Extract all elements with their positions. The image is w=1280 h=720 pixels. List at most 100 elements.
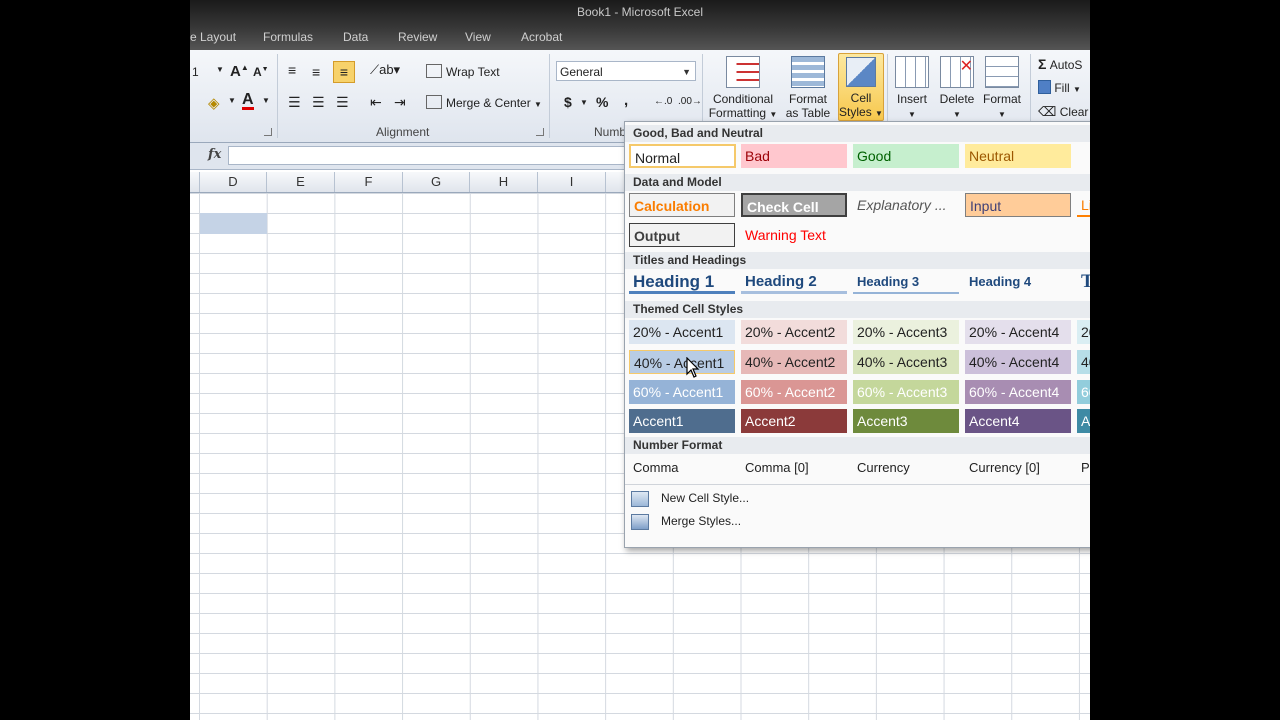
style-normal[interactable]: Normal [629,144,736,168]
format-cells-icon [985,56,1019,88]
currency-dropdown-icon[interactable]: ▼ [580,98,588,107]
style-60-accent3[interactable]: 60% - Accent3 [853,380,959,404]
format-as-table-label-2: as Table [785,106,831,120]
orientation-icon[interactable]: ⟋ab▾ [370,62,400,78]
merge-center-button[interactable]: Merge & Center ▼ [426,95,542,110]
fill-color-icon[interactable]: ◈ [208,94,220,112]
alignment-launcher-icon[interactable] [536,128,544,136]
insert-function-icon[interactable]: fx [208,147,221,162]
tab-review[interactable]: Review [398,30,437,44]
insert-button[interactable]: Insert ▼ [892,56,932,122]
column-header-g[interactable]: G [403,172,470,192]
style-title[interactable]: T [1077,270,1090,294]
style-bad[interactable]: Bad [741,144,847,168]
tab-page-layout[interactable]: e Layout [190,30,236,44]
style-40-accent2[interactable]: 40% - Accent2 [741,350,847,374]
increase-indent-icon[interactable]: ⇥ [394,94,406,111]
fill-color-dropdown-icon[interactable]: ▼ [228,96,236,105]
cell-styles-button[interactable]: Cell Styles ▼ [838,53,884,121]
format-as-table-icon [791,56,825,88]
fill-button[interactable]: Fill ▼ [1038,80,1081,95]
align-top-icon[interactable]: ≡ [288,62,296,78]
tab-formulas[interactable]: Formulas [263,30,313,44]
comma-style-button[interactable]: , [624,92,628,109]
style-accent2[interactable]: Accent2 [741,409,847,433]
grow-font-icon[interactable]: A▲ [230,63,249,80]
column-header-partial[interactable] [190,172,200,192]
font-size-dropdown-icon[interactable]: ▼ [216,65,224,74]
column-header-f[interactable]: F [335,172,403,192]
tab-view[interactable]: View [465,30,491,44]
style-heading-1[interactable]: Heading 1 [629,270,735,294]
style-accent5[interactable]: A [1077,409,1090,433]
style-60-accent4[interactable]: 60% - Accent4 [965,380,1071,404]
wrap-text-button[interactable]: Wrap Text [426,64,500,79]
column-header-e[interactable]: E [267,172,335,192]
section-data-and-model: Data and Model [625,174,1090,191]
increase-decimal-icon[interactable]: ←.0 [654,96,672,107]
style-heading-3[interactable]: Heading 3 [853,270,959,294]
style-20-accent3[interactable]: 20% - Accent3 [853,320,959,344]
autosum-button[interactable]: Σ AutoS [1038,56,1082,72]
style-40-accent3[interactable]: 40% - Accent3 [853,350,959,374]
column-header-d[interactable]: D [200,172,267,192]
decrease-indent-icon[interactable]: ⇤ [370,94,382,111]
style-40-accent4[interactable]: 40% - Accent4 [965,350,1071,374]
style-accent3[interactable]: Accent3 [853,409,959,433]
align-middle-icon[interactable]: ≡ [312,64,320,80]
new-cell-style-menu-item[interactable]: New Cell Style... [661,491,749,505]
style-60-accent1[interactable]: 60% - Accent1 [629,380,735,404]
tab-data[interactable]: Data [343,30,368,44]
column-header-i[interactable]: I [538,172,606,192]
style-accent1[interactable]: Accent1 [629,409,735,433]
style-currency-0[interactable]: Currency [0] [965,456,1071,480]
style-60-accent5[interactable]: 60 [1077,380,1090,404]
style-warning-text[interactable]: Warning Text [741,223,847,247]
style-accent4[interactable]: Accent4 [965,409,1071,433]
font-size-value[interactable]: 1 [192,65,199,79]
conditional-formatting-button[interactable]: Conditional Formatting ▼ [708,56,778,122]
style-output[interactable]: Output [629,223,735,247]
number-format-select[interactable]: General ▼ [556,61,696,81]
style-neutral[interactable]: Neutral [965,144,1071,168]
style-heading-4[interactable]: Heading 4 [965,270,1071,294]
style-40-accent1[interactable]: 40% - Accent1 [629,350,735,374]
currency-button[interactable]: $ [564,94,572,110]
selected-cell[interactable] [200,213,267,234]
align-center-icon[interactable]: ☰ [312,94,325,111]
align-right-icon[interactable]: ☰ [336,94,349,111]
style-60-accent2[interactable]: 60% - Accent2 [741,380,847,404]
mouse-cursor-icon [686,357,700,378]
style-input[interactable]: Input [965,193,1071,217]
format-button[interactable]: Format ▼ [980,56,1024,122]
shrink-font-icon[interactable]: A▼ [253,65,269,79]
delete-button[interactable]: ✕ Delete ▼ [936,56,978,122]
style-linked-cell[interactable]: Li [1077,193,1090,217]
style-good[interactable]: Good [853,144,959,168]
style-explanatory[interactable]: Explanatory ... [853,193,959,217]
tab-acrobat[interactable]: Acrobat [521,30,562,44]
style-20-accent2[interactable]: 20% - Accent2 [741,320,847,344]
style-40-accent5[interactable]: 40 [1077,350,1090,374]
font-color-dropdown-icon[interactable]: ▼ [262,96,270,105]
style-comma-0[interactable]: Comma [0] [741,456,847,480]
decrease-decimal-icon[interactable]: .00→ [678,96,702,107]
percent-button[interactable]: % [596,94,608,110]
chevron-down-icon: ▼ [682,67,691,77]
font-launcher-icon[interactable] [264,128,272,136]
style-calculation[interactable]: Calculation [629,193,735,217]
font-color-icon[interactable]: A [242,92,254,110]
style-currency[interactable]: Currency [853,456,959,480]
merge-styles-menu-item[interactable]: Merge Styles... [661,514,741,528]
style-heading-2[interactable]: Heading 2 [741,270,847,294]
clear-button[interactable]: ⌫ Clear [1038,104,1088,120]
align-left-icon[interactable]: ☰ [288,94,301,111]
column-header-h[interactable]: H [470,172,538,192]
style-percent[interactable]: P [1077,456,1090,480]
style-20-accent5[interactable]: 20 [1077,320,1090,344]
style-check-cell[interactable]: Check Cell [741,193,847,217]
align-bottom-icon[interactable]: ≡ [333,61,355,83]
style-20-accent1[interactable]: 20% - Accent1 [629,320,735,344]
style-comma[interactable]: Comma [629,456,735,480]
style-20-accent4[interactable]: 20% - Accent4 [965,320,1071,344]
